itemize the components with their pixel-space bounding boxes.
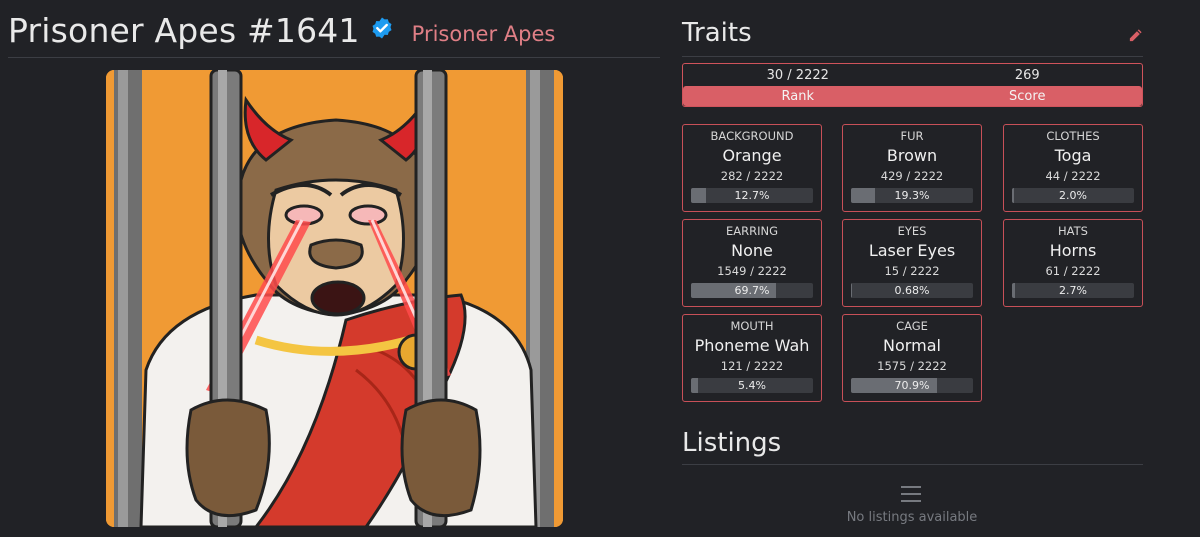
trait-card-fur[interactable]: FUR Brown 429 / 2222 19.3% xyxy=(842,124,982,212)
rank-value: 30 / 2222 xyxy=(766,67,829,83)
no-listings-text: No listings available xyxy=(846,510,978,525)
trait-count: 44 / 2222 xyxy=(1045,169,1101,183)
trait-count: 282 / 2222 xyxy=(720,169,784,183)
trait-count: 1575 / 2222 xyxy=(877,359,947,373)
trait-type: EYES xyxy=(897,224,927,238)
trait-percent: 2.7% xyxy=(1059,284,1087,297)
trait-card-hats[interactable]: HATS Horns 61 / 2222 2.7% xyxy=(1003,219,1143,307)
trait-percent: 70.9% xyxy=(894,379,930,392)
listings-heading: Listings xyxy=(682,428,782,458)
trait-value: Toga xyxy=(1054,146,1092,165)
header-divider xyxy=(8,57,660,58)
trait-card-clothes[interactable]: CLOTHES Toga 44 / 2222 2.0% xyxy=(1003,124,1143,212)
trait-type: BACKGROUND xyxy=(710,129,794,143)
pencil-icon[interactable] xyxy=(1128,28,1143,43)
trait-value: Normal xyxy=(883,336,941,355)
trait-count: 15 / 2222 xyxy=(884,264,940,278)
trait-count: 1549 / 2222 xyxy=(717,264,787,278)
trait-rarity-bar: 2.7% xyxy=(1012,283,1134,298)
traits-divider xyxy=(682,56,1143,57)
verified-badge-icon xyxy=(372,17,392,39)
trait-value: Brown xyxy=(886,146,938,165)
score-value: 269 xyxy=(1014,67,1040,83)
trait-value: None xyxy=(731,241,773,260)
trait-percent: 69.7% xyxy=(734,284,770,297)
trait-percent: 2.0% xyxy=(1059,189,1087,202)
trait-type: MOUTH xyxy=(730,319,774,333)
trait-card-background[interactable]: BACKGROUND Orange 282 / 2222 12.7% xyxy=(682,124,822,212)
trait-count: 121 / 2222 xyxy=(720,359,784,373)
score-label: Score xyxy=(1009,88,1046,104)
traits-heading: Traits xyxy=(682,18,752,48)
collection-link[interactable]: Prisoner Apes xyxy=(412,22,556,46)
trait-card-earring[interactable]: EARRING None 1549 / 2222 69.7% xyxy=(682,219,822,307)
trait-percent: 5.4% xyxy=(738,379,766,392)
trait-value: Horns xyxy=(1049,241,1097,260)
trait-value: Laser Eyes xyxy=(868,241,956,260)
trait-rarity-bar: 5.4% xyxy=(691,378,813,393)
rank-score-panel: 30 / 2222 269 Rank Score xyxy=(682,63,1143,107)
trait-card-eyes[interactable]: EYES Laser Eyes 15 / 2222 0.68% xyxy=(842,219,982,307)
trait-type: EARRING xyxy=(725,224,779,238)
listings-divider xyxy=(682,464,1143,465)
trait-rarity-bar: 2.0% xyxy=(1012,188,1134,203)
trait-type: FUR xyxy=(900,129,924,143)
nft-title: Prisoner Apes #1641 xyxy=(8,10,360,50)
list-icon xyxy=(901,486,921,502)
trait-count: 61 / 2222 xyxy=(1045,264,1101,278)
nft-image xyxy=(106,70,563,527)
trait-percent: 19.3% xyxy=(894,189,930,202)
trait-type: CLOTHES xyxy=(1046,129,1100,143)
trait-type: CAGE xyxy=(896,319,928,333)
trait-rarity-bar: 0.68% xyxy=(851,283,973,298)
trait-rarity-bar: 19.3% xyxy=(851,188,973,203)
trait-rarity-bar: 69.7% xyxy=(691,283,813,298)
trait-count: 429 / 2222 xyxy=(880,169,944,183)
trait-rarity-bar: 70.9% xyxy=(851,378,973,393)
trait-card-mouth[interactable]: MOUTH Phoneme Wah 121 / 2222 5.4% xyxy=(682,314,822,402)
trait-card-cage[interactable]: CAGE Normal 1575 / 2222 70.9% xyxy=(842,314,982,402)
header: Prisoner Apes #1641 Prisoner Apes xyxy=(8,8,555,52)
rank-label: Rank xyxy=(781,88,814,104)
trait-percent: 0.68% xyxy=(894,284,930,297)
trait-type: HATS xyxy=(1058,224,1088,238)
trait-percent: 12.7% xyxy=(734,189,770,202)
trait-rarity-bar: 12.7% xyxy=(691,188,813,203)
trait-value: Phoneme Wah xyxy=(694,336,810,355)
trait-value: Orange xyxy=(722,146,782,165)
